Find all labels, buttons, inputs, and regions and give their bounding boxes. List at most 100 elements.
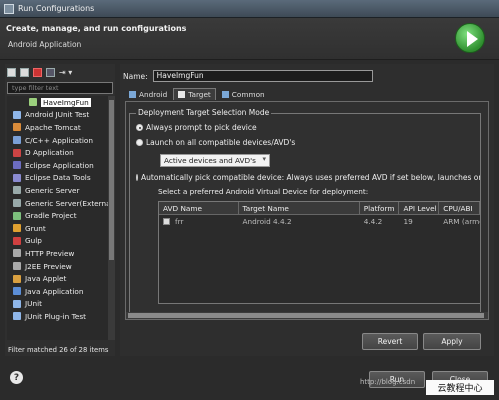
radio-auto-pick[interactable]: [136, 174, 138, 181]
http-icon: [13, 249, 21, 258]
tree-item[interactable]: Gradle Project: [7, 209, 115, 222]
name-row: Name: HaveImgFun: [123, 70, 373, 82]
new-config-icon[interactable]: [7, 67, 16, 77]
watermark-text: http://blog.csdn: [360, 378, 416, 386]
eclipse-icon: [13, 161, 21, 170]
d-icon: [13, 148, 21, 157]
apply-button[interactable]: Apply: [423, 333, 481, 350]
title-bar: Run Configurations: [0, 0, 499, 18]
tab-android[interactable]: Android: [125, 88, 171, 100]
tree-scrollbar[interactable]: [108, 96, 115, 340]
tree-item-label: J2EE Preview: [25, 261, 72, 271]
junit-icon: [13, 299, 21, 308]
run-banner-icon: [455, 23, 485, 53]
header-subtitle: Android Application: [8, 40, 82, 49]
tree-item-label: JUnit Plug-in Test: [25, 311, 86, 321]
gulp-icon: [13, 236, 21, 245]
col-cpu-abi[interactable]: CPU/ABI: [439, 202, 480, 214]
col-avd-name[interactable]: AVD Name: [159, 202, 239, 214]
option-always-prompt[interactable]: Always prompt to pick device: [136, 123, 257, 132]
config-editor: Name: HaveImgFun Android Target Common D…: [120, 64, 494, 356]
tree-item[interactable]: Generic Server: [7, 184, 115, 197]
radio-launch-all[interactable]: [136, 139, 143, 146]
cpp-icon: [13, 136, 21, 145]
j2ee-icon: [13, 262, 21, 271]
grunt-icon: [13, 224, 21, 233]
android-icon: [29, 98, 37, 107]
collapse-all-icon[interactable]: [46, 67, 55, 77]
tree-item[interactable]: D Application: [7, 146, 115, 159]
device-filter-select[interactable]: Active devices and AVD's ▾: [160, 154, 270, 167]
table-header: AVD Name Target Name Platform API Level …: [159, 202, 480, 215]
tree-item[interactable]: Java Application: [7, 285, 115, 298]
help-icon[interactable]: ?: [10, 371, 23, 384]
tree-item[interactable]: Generic Server(External): [7, 197, 115, 210]
chevron-down-icon: ▾: [262, 155, 266, 163]
tree-item[interactable]: Android JUnit Test: [7, 109, 115, 122]
col-api-level[interactable]: API Level: [399, 202, 440, 214]
tree-item[interactable]: Grunt: [7, 222, 115, 235]
server-icon: [13, 186, 21, 195]
delete-config-icon[interactable]: [33, 67, 42, 77]
gradle-icon: [13, 211, 21, 220]
radio-always-prompt[interactable]: [136, 124, 143, 131]
tree-item[interactable]: Gulp: [7, 235, 115, 248]
tree-item[interactable]: J2EE Preview: [7, 260, 115, 273]
filter-status: Filter matched 26 of 28 items: [8, 346, 109, 354]
tab-common[interactable]: Common: [218, 88, 269, 100]
tab-target[interactable]: Target: [173, 88, 216, 100]
tomcat-icon: [13, 123, 21, 132]
tree-item[interactable]: Apache Tomcat: [7, 121, 115, 134]
tree-item-label: Generic Server(External): [25, 198, 115, 208]
config-tree-panel: ⇥ ▾ type filter text HaveImgFun Android J…: [5, 64, 115, 356]
tree-item-label: Java Applet: [25, 274, 67, 284]
tree-item-label: D Application: [25, 148, 74, 158]
revert-button[interactable]: Revert: [362, 333, 418, 350]
avd-checkbox[interactable]: [163, 218, 170, 225]
tree-item-label: Java Application: [25, 286, 84, 296]
tree-item[interactable]: HTTP Preview: [7, 247, 115, 260]
name-input[interactable]: HaveImgFun: [152, 70, 373, 82]
group-title: Deployment Target Selection Mode: [136, 108, 272, 117]
config-tabs: Android Target Common: [125, 88, 269, 100]
window-title: Run Configurations: [18, 4, 95, 13]
junit-plugin-icon: [13, 312, 21, 321]
common-tab-icon: [221, 90, 229, 98]
preferred-avd-label: Select a preferred Android Virtual Devic…: [158, 187, 369, 196]
header-title: Create, manage, and run configurations: [6, 24, 187, 33]
tree-item-label: Grunt: [25, 223, 46, 233]
duplicate-config-icon[interactable]: [20, 67, 29, 77]
col-platform[interactable]: Platform: [360, 202, 400, 214]
tree-item[interactable]: Eclipse Application: [7, 159, 115, 172]
tree-item[interactable]: HaveImgFun: [7, 96, 115, 109]
server-icon: [13, 199, 21, 208]
deployment-target-group: Deployment Target Selection Mode Always …: [129, 108, 481, 315]
option-launch-all[interactable]: Launch on all compatible devices/AVD's: [136, 138, 295, 147]
table-row[interactable]: frr Android 4.4.2 4.4.2 19 ARM (armeabi-…: [159, 215, 480, 228]
tree-item[interactable]: C/C++ Application: [7, 134, 115, 147]
java-icon: [13, 287, 21, 296]
avd-table: AVD Name Target Name Platform API Level …: [158, 201, 481, 304]
filter-input[interactable]: type filter text: [7, 82, 113, 94]
tree-item-label: Apache Tomcat: [25, 122, 81, 132]
tree-item-label: JUnit: [25, 299, 43, 309]
tree-item[interactable]: JUnit: [7, 298, 115, 311]
target-tab-icon: [178, 91, 186, 98]
tree-item-label: Android JUnit Test: [25, 110, 90, 120]
applet-icon: [13, 274, 21, 283]
tab-hscrollbar[interactable]: [126, 312, 488, 319]
filter-menu-icon[interactable]: ⇥ ▾: [59, 68, 72, 77]
tree-item[interactable]: Java Applet: [7, 272, 115, 285]
option-auto-pick[interactable]: Automatically pick compatible device: Al…: [136, 173, 480, 182]
junit-icon: [13, 110, 21, 119]
tree-toolbar: ⇥ ▾: [5, 64, 115, 80]
target-tab-content: Deployment Target Selection Mode Always …: [125, 101, 489, 320]
site-logo: 云教程中心: [426, 380, 494, 395]
tree-item-label: HTTP Preview: [25, 248, 75, 258]
window-icon: [4, 3, 14, 14]
col-target-name[interactable]: Target Name: [239, 202, 360, 214]
tree-item[interactable]: Eclipse Data Tools: [7, 172, 115, 185]
tree-item[interactable]: JUnit Plug-in Test: [7, 310, 115, 323]
tree-item-label: Generic Server: [25, 185, 80, 195]
tree-item-label: Gradle Project: [25, 211, 77, 221]
